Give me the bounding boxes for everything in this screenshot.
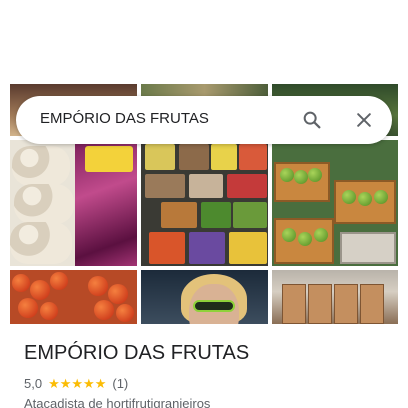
search-bar[interactable]: EMPÓRIO DAS FRUTAS [16,96,392,144]
place-photo[interactable] [141,270,268,324]
star-icon: ★ [94,376,107,391]
rating-row[interactable]: 5,0 ★ ★ ★ ★ ★ (1) [24,376,128,391]
search-button[interactable] [296,104,328,136]
place-photo[interactable] [272,140,398,266]
map-top-area [0,0,408,84]
place-photo[interactable] [272,270,398,324]
place-photo[interactable] [10,270,137,324]
place-title: EMPÓRIO DAS FRUTAS [24,342,250,364]
search-input[interactable]: EMPÓRIO DAS FRUTAS [40,110,209,127]
place-category: Atacadista de hortifrutigranjeiros [24,396,211,408]
star-icon: ★ [83,376,95,391]
rating-value: 5,0 [24,376,43,391]
place-photo[interactable] [141,140,268,266]
place-photo[interactable] [10,140,137,266]
star-icon: ★ [71,376,84,391]
star-icon: ★ [59,376,72,391]
rating-stars: ★ ★ ★ ★ ★ [48,377,106,390]
close-icon [357,113,371,127]
star-icon: ★ [48,376,60,391]
close-button[interactable] [348,104,380,136]
search-icon [303,111,321,129]
review-count[interactable]: (1) [112,376,128,391]
